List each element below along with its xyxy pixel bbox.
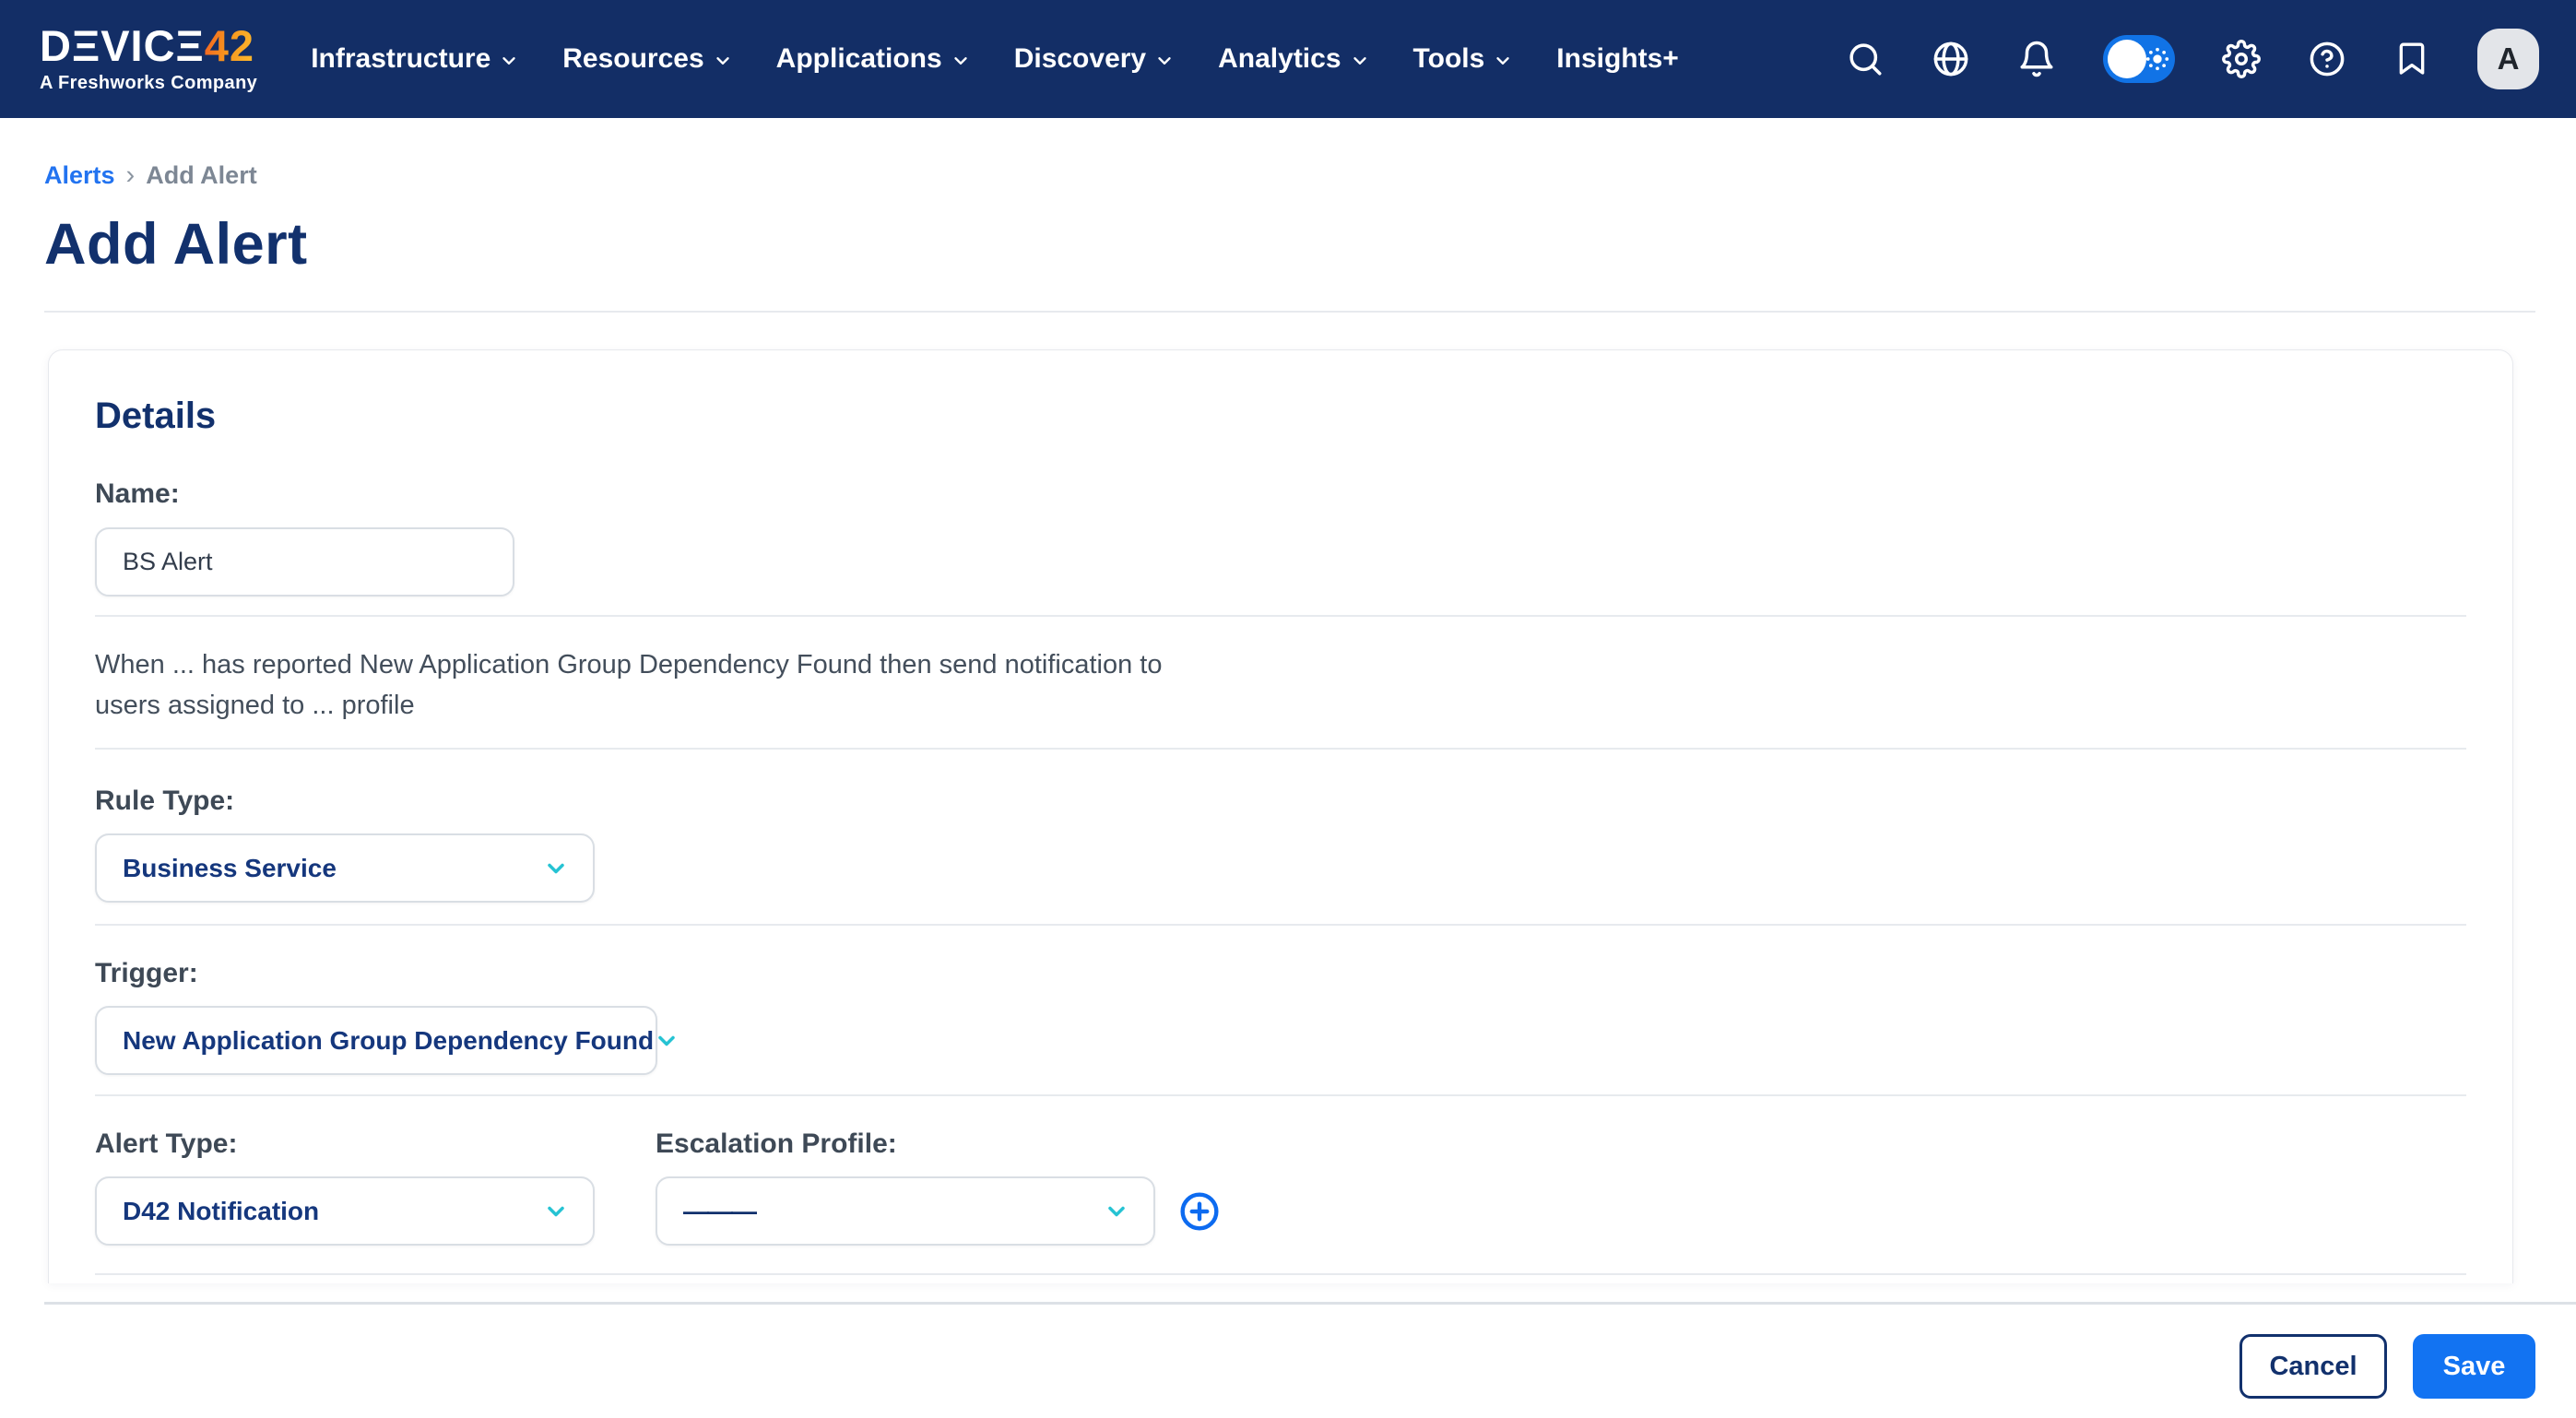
alert-type-escalation-controls: D42 Notification ———: [95, 1160, 2466, 1246]
toggle-knob: [2108, 40, 2146, 78]
divider: [95, 1273, 2466, 1275]
escalation-profile-dropdown[interactable]: ———: [656, 1176, 1155, 1246]
alert-description: When ... has reported New Application Gr…: [95, 644, 2466, 726]
save-button[interactable]: Save: [2413, 1334, 2535, 1399]
name-input[interactable]: [95, 527, 514, 597]
chevron-down-icon: [1350, 51, 1370, 71]
device42-logo[interactable]: DΞVICΞ42 A Freshworks Company: [40, 24, 257, 94]
chevron-down-icon: [654, 1028, 679, 1054]
divider: [95, 748, 2466, 750]
logo-tagline: A Freshworks Company: [40, 73, 257, 94]
rule-type-dropdown[interactable]: Business Service: [95, 833, 595, 903]
trigger-label: Trigger:: [95, 958, 2466, 989]
divider: [95, 615, 2466, 617]
bell-icon: [2017, 40, 2056, 78]
cancel-button[interactable]: Cancel: [2239, 1334, 2387, 1399]
nav-item-discovery[interactable]: Discovery: [1014, 43, 1175, 75]
navbar-actions: A: [1846, 29, 2539, 89]
search-icon: [1846, 40, 1885, 78]
nav-item-applications[interactable]: Applications: [776, 43, 971, 75]
nav-item-infrastructure[interactable]: Infrastructure: [311, 43, 519, 75]
chevron-down-icon: [499, 51, 519, 71]
nav-item-tools[interactable]: Tools: [1413, 43, 1514, 75]
add-escalation-profile-button[interactable]: [1179, 1191, 1220, 1232]
breadcrumb-current: Add Alert: [146, 161, 257, 190]
alert-type-value: D42 Notification: [123, 1197, 319, 1226]
details-card: Details Name: When ... has reported New …: [48, 349, 2513, 1283]
chevron-down-icon: [1104, 1199, 1129, 1224]
globe-icon: [1932, 40, 1970, 78]
theme-toggle[interactable]: [2103, 35, 2175, 83]
main-nav: Infrastructure Resources Applications Di…: [311, 43, 1679, 75]
notifications-button[interactable]: [2017, 40, 2056, 78]
search-button[interactable]: [1846, 40, 1885, 78]
alert-type-escalation-row: Alert Type: Escalation Profile:: [95, 1128, 2466, 1160]
logo-brand-text: DΞVICΞ42: [40, 24, 257, 67]
top-navbar: DΞVICΞ42 A Freshworks Company Infrastruc…: [0, 0, 2576, 118]
divider: [44, 1302, 2576, 1305]
settings-button[interactable]: [2222, 40, 2261, 78]
logo-accent-42: 42: [205, 21, 254, 70]
trigger-dropdown[interactable]: New Application Group Dependency Found: [95, 1006, 657, 1075]
escalation-profile-label: Escalation Profile:: [656, 1128, 897, 1160]
name-label: Name:: [95, 479, 2466, 510]
rule-type-label: Rule Type:: [95, 786, 2466, 817]
page-title: Add Alert: [44, 211, 2532, 278]
gear-icon: [2222, 40, 2261, 78]
plus-circle-icon: [1179, 1191, 1220, 1232]
globe-button[interactable]: [1932, 40, 1970, 78]
divider: [44, 311, 2535, 313]
help-button[interactable]: [2308, 40, 2346, 78]
description-line-1: When ... has reported New Application Gr…: [95, 644, 2466, 685]
sun-icon: [2145, 46, 2170, 72]
escalation-profile-value: ———: [683, 1197, 755, 1226]
chevron-down-icon: [713, 51, 733, 71]
nav-item-analytics[interactable]: Analytics: [1218, 43, 1369, 75]
rule-type-value: Business Service: [123, 854, 337, 883]
user-avatar[interactable]: A: [2477, 29, 2539, 89]
help-icon: [2308, 40, 2346, 78]
details-heading: Details: [95, 350, 2466, 436]
breadcrumb-separator: ›: [126, 160, 136, 191]
chevron-down-icon: [1154, 51, 1175, 71]
alert-type-dropdown[interactable]: D42 Notification: [95, 1176, 595, 1246]
chevron-down-icon: [543, 856, 569, 881]
divider: [95, 1094, 2466, 1096]
breadcrumb-alerts-link[interactable]: Alerts: [44, 161, 115, 190]
chevron-down-icon: [951, 51, 971, 71]
footer-actions: Cancel Save: [0, 1334, 2576, 1399]
breadcrumb: Alerts › Add Alert: [44, 160, 2532, 191]
trigger-value: New Application Group Dependency Found: [123, 1026, 654, 1056]
bookmark-button[interactable]: [2393, 41, 2430, 77]
nav-item-insights[interactable]: Insights+: [1556, 43, 1679, 75]
divider: [95, 924, 2466, 926]
bookmark-icon: [2393, 41, 2430, 77]
chevron-down-icon: [543, 1199, 569, 1224]
description-line-2: users assigned to ... profile: [95, 685, 2466, 726]
chevron-down-icon: [1493, 51, 1513, 71]
alert-type-label: Alert Type:: [95, 1128, 595, 1160]
form-footer: Cancel Save: [0, 1302, 2576, 1418]
nav-item-resources[interactable]: Resources: [562, 43, 732, 75]
avatar-letter: A: [2498, 41, 2520, 77]
